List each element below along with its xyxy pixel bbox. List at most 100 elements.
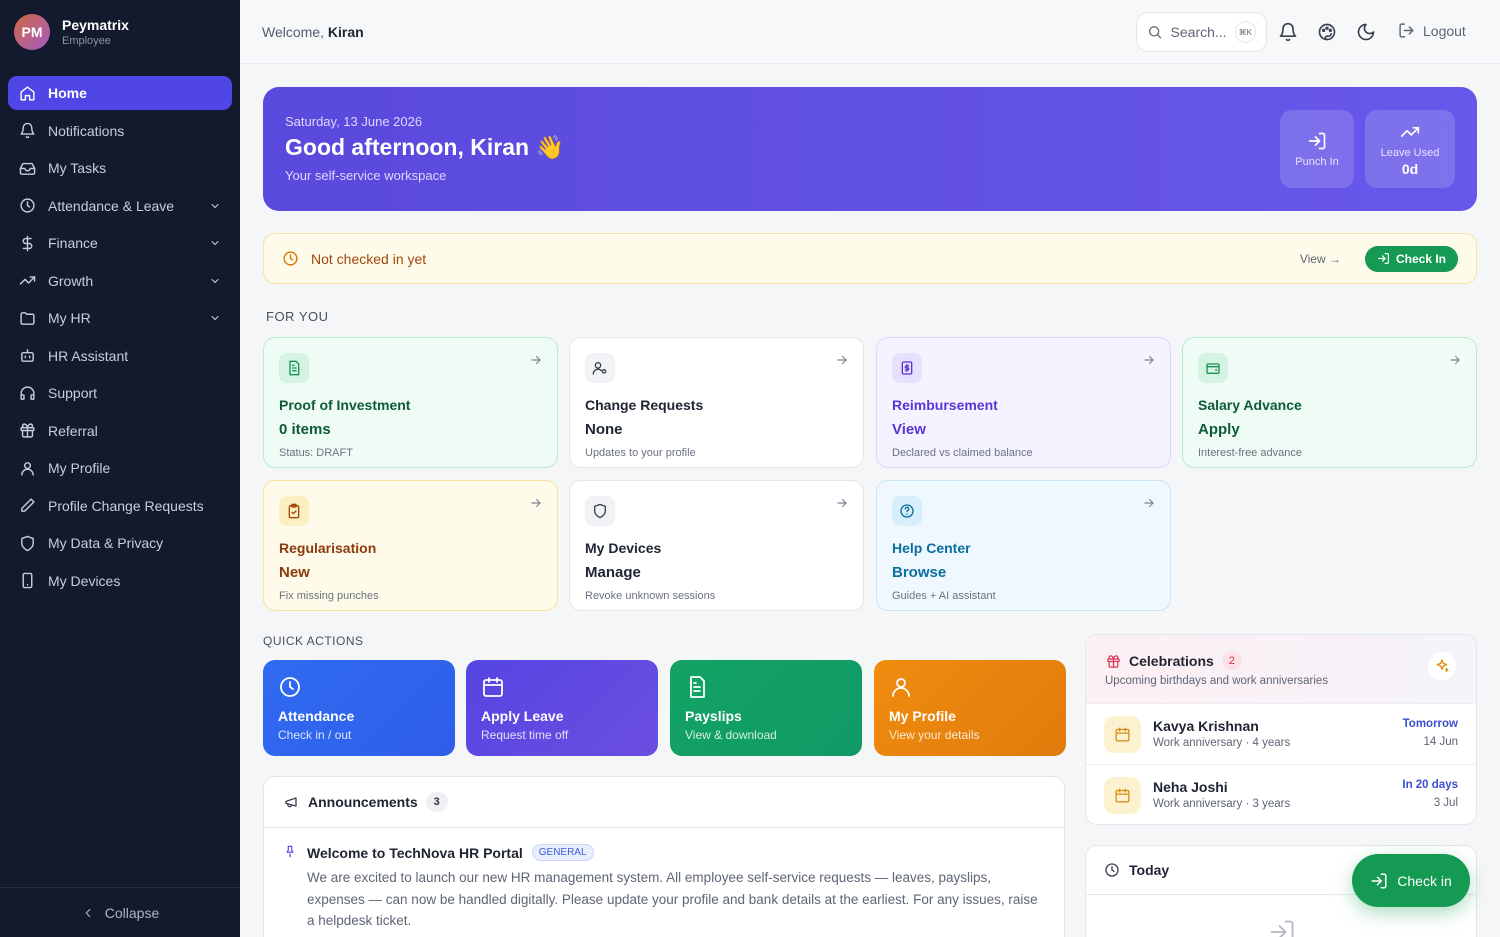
collapse-button[interactable]: Collapse	[0, 887, 240, 937]
avatar[interactable]: PM	[14, 14, 50, 50]
sidebar-item-attendance-and-leave[interactable]: Attendance & Leave	[8, 189, 232, 223]
sidebar-item-label: Support	[48, 385, 98, 401]
sidebar-item-growth[interactable]: Growth	[8, 264, 232, 298]
quick-action-title: Attendance	[278, 708, 355, 724]
card-title: Reimbursement	[892, 397, 998, 413]
sidebar-item-notifications[interactable]: Notifications	[8, 114, 232, 148]
alert-check-in-button[interactable]: Check In	[1364, 245, 1458, 272]
card-value: Apply	[1198, 421, 1240, 438]
trend-icon	[19, 272, 36, 289]
sidebar-item-label: My Data & Privacy	[48, 535, 164, 551]
arrow-right-icon	[835, 353, 849, 367]
celebrations-subtitle: Upcoming birthdays and work anniversarie…	[1105, 675, 1329, 687]
sidebar-item-label: Referral	[48, 422, 98, 439]
calendar-icon	[481, 675, 505, 699]
announcement-item[interactable]: Welcome to TechNova HR Portal GENERAL	[307, 844, 594, 861]
card-subtitle: Revoke unknown sessions	[585, 590, 716, 602]
sidebar-item-label: My Devices	[48, 572, 121, 589]
sidebar-item-my-devices[interactable]: My Devices	[8, 564, 232, 598]
welcome-text: Welcome, Kiran	[262, 24, 364, 40]
celebration-name: Neha Joshi	[1153, 779, 1228, 795]
celebration-item[interactable]: Neha Joshi Work anniversary · 3 years In 2…	[1086, 765, 1476, 824]
arrow-right-icon	[529, 496, 543, 510]
checkin-alert: Not checked in yet View → Check In	[263, 233, 1477, 284]
logout-button[interactable]: Logout	[1398, 22, 1466, 39]
clock-icon	[283, 251, 298, 266]
hero-greeting: Good afternoon, Kiran 👋	[285, 134, 565, 160]
sidebar-item-my-data-and-privacy[interactable]: My Data & Privacy	[8, 526, 232, 560]
welcome-prefix: Welcome,	[262, 24, 324, 40]
clock-icon	[278, 675, 302, 699]
sidebar-item-referral[interactable]: Referral	[8, 414, 232, 448]
sidebar-item-home[interactable]: Home	[8, 76, 232, 110]
quick-action-apply-leave[interactable]: Apply Leave Request time off	[466, 660, 658, 756]
leave-used-label: Leave Used	[1380, 146, 1440, 159]
card-salary-advance[interactable]: Salary Advance Apply Interest-free advance	[1182, 337, 1477, 468]
quick-action-title: Apply Leave	[481, 708, 564, 724]
quick-action-payslips[interactable]: Payslips View & download	[670, 660, 862, 756]
brand-role: Employee	[62, 35, 111, 47]
brand-name: Peymatrix	[62, 17, 129, 33]
quick-action-attendance[interactable]: Attendance Check in / out	[263, 660, 455, 756]
sidebar-item-my-hr[interactable]: My HR	[8, 301, 232, 335]
quick-action-my-profile[interactable]: My Profile View your details	[874, 660, 1066, 756]
arrow-right-icon	[529, 353, 543, 367]
check-in-fab[interactable]: Check in	[1352, 854, 1470, 907]
card-value: 0 items	[279, 421, 331, 438]
palette-icon[interactable]	[1317, 22, 1337, 42]
leave-used-button[interactable]: Leave Used 0d	[1365, 110, 1455, 188]
sidebar-item-finance[interactable]: Finance	[8, 226, 232, 260]
hero-banner: Saturday, 13 June 2026 Good afternoon, K…	[263, 87, 1477, 211]
celebration-item[interactable]: Kavya Krishnan Work anniversary · 4 years…	[1086, 704, 1476, 765]
card-reimbursement[interactable]: Reimbursement View Declared vs claimed bal…	[876, 337, 1171, 468]
punch-in-button[interactable]: Punch In	[1280, 110, 1354, 188]
celebration-name: Kavya Krishnan	[1153, 718, 1259, 734]
today-title: Today	[1129, 862, 1170, 878]
topbar: Welcome, Kiran Search... ⌘K Logout	[240, 0, 1500, 64]
gift-icon	[1107, 654, 1120, 668]
card-my-devices[interactable]: My Devices Manage Revoke unknown sessions	[569, 480, 864, 611]
sidebar-item-label: HR Assistant	[48, 347, 129, 364]
sidebar-item-label: My Profile	[48, 460, 111, 476]
bell-icon	[19, 122, 36, 139]
bot-icon	[19, 347, 36, 364]
card-subtitle: Declared vs claimed balance	[892, 447, 1033, 459]
card-value: New	[279, 564, 310, 581]
sidebar-item-label: Home	[48, 85, 87, 101]
celebration-detail: Work anniversary · 4 years	[1153, 737, 1291, 749]
card-help-center[interactable]: Help Center Browse Guides + AI assistant	[876, 480, 1171, 611]
card-value: Manage	[585, 564, 641, 581]
sidebar-item-my-profile[interactable]: My Profile	[8, 451, 232, 485]
card-subtitle: Updates to your profile	[585, 447, 696, 459]
arrow-right-icon	[1142, 496, 1156, 510]
celebrations-list: Kavya Krishnan Work anniversary · 4 years…	[1086, 704, 1476, 824]
pin-icon	[286, 845, 294, 858]
sidebar-item-hr-assistant[interactable]: HR Assistant	[8, 339, 232, 373]
card-title: Proof of Investment	[279, 397, 411, 413]
search-input[interactable]: Search... ⌘K	[1136, 12, 1267, 52]
card-proof-of-investment[interactable]: Proof of Investment 0 items Status: DRAFT	[263, 337, 558, 468]
alert-view-link[interactable]: View →	[1300, 252, 1341, 266]
card-value: Browse	[892, 564, 947, 581]
card-change-requests[interactable]: Change Requests None Updates to your profi…	[569, 337, 864, 468]
announcement-tag: GENERAL	[531, 844, 594, 861]
calendar-icon	[1104, 716, 1141, 753]
card-regularisation[interactable]: Regularisation New Fix missing punches	[263, 480, 558, 611]
moon-icon[interactable]	[1356, 22, 1376, 42]
bell-icon[interactable]	[1278, 22, 1298, 42]
sidebar-nav: Home Notifications My Tasks Attendance & Le…	[8, 76, 232, 601]
celebration-detail: Work anniversary · 3 years	[1153, 798, 1291, 810]
quick-action-subtitle: View & download	[685, 728, 777, 742]
card-subtitle: Status: DRAFT	[279, 447, 353, 459]
sidebar-item-label: Growth	[48, 272, 94, 289]
sidebar-item-my-tasks[interactable]: My Tasks	[8, 151, 232, 185]
sidebar-item-support[interactable]: Support	[8, 376, 232, 410]
dollar-doc-icon	[892, 353, 922, 383]
logout-icon	[1399, 23, 1414, 38]
sidebar-item-label: Finance	[48, 235, 98, 251]
user-icon	[889, 675, 913, 699]
hero-subtitle: Your self-service workspace	[285, 168, 447, 183]
sidebar-item-profile-change-requests[interactable]: Profile Change Requests	[8, 489, 232, 523]
celebrations-title: Celebrations	[1129, 653, 1214, 669]
search-placeholder: Search...	[1170, 24, 1227, 40]
